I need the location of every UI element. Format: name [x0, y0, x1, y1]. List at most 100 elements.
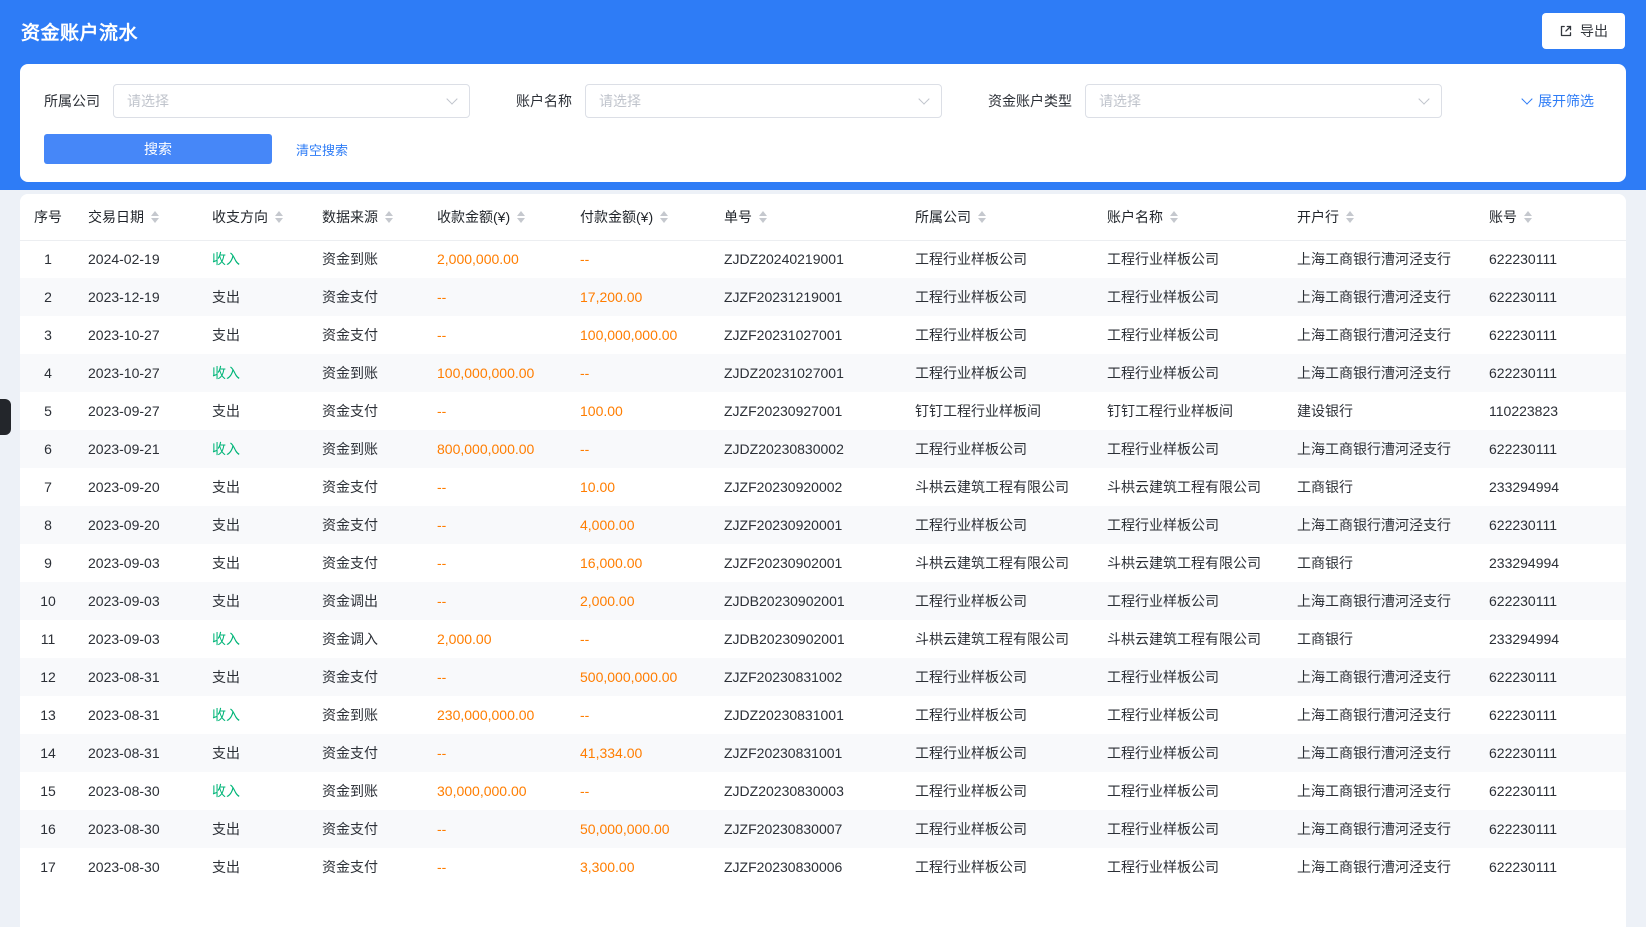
cell-transaction-date: 2023-09-03 [76, 620, 200, 658]
cell-amount-received: -- [425, 468, 568, 506]
cell-account-number: 233294994 [1477, 468, 1626, 506]
column-header[interactable]: 账号 [1477, 194, 1626, 240]
company-select-placeholder: 请选择 [127, 91, 169, 111]
search-button[interactable]: 搜索 [44, 134, 272, 164]
cell-amount-paid: 17,200.00 [568, 278, 712, 316]
filter-panel: 所属公司 请选择 账户名称 请选择 资金账户类型 请选择 [20, 64, 1626, 182]
cell-bank: 工商银行 [1285, 544, 1477, 582]
drawer-handle[interactable] [0, 399, 11, 435]
filter-row: 所属公司 请选择 账户名称 请选择 资金账户类型 请选择 [44, 84, 1602, 118]
cell-bank: 上海工商银行漕河泾支行 [1285, 316, 1477, 354]
cell-amount-received: -- [425, 392, 568, 430]
sort-icon[interactable] [1346, 211, 1354, 223]
expand-filters-label: 展开筛选 [1538, 91, 1594, 111]
cell-company: 斗栱云建筑工程有限公司 [903, 544, 1095, 582]
transactions-table: 序号 交易日期 收支方向 数据来源 收款金 [20, 194, 1626, 886]
sort-icon[interactable] [660, 211, 668, 223]
table-row: 9 2023-09-03 支出 资金支付 -- 16,000.00 ZJZF20… [20, 544, 1626, 582]
cell-amount-received: -- [425, 810, 568, 848]
sort-icon[interactable] [275, 211, 283, 223]
sort-icon[interactable] [1524, 211, 1532, 223]
column-header[interactable]: 交易日期 [76, 194, 200, 240]
company-select[interactable]: 请选择 [113, 84, 470, 118]
column-header-label: 账号 [1489, 207, 1517, 227]
account-type-select[interactable]: 请选择 [1085, 84, 1442, 118]
table-row: 13 2023-08-31 收入 资金到账 230,000,000.00 -- … [20, 696, 1626, 734]
sort-icon[interactable] [385, 211, 393, 223]
cell-bank: 上海工商银行漕河泾支行 [1285, 240, 1477, 278]
account-name-select[interactable]: 请选择 [585, 84, 942, 118]
column-header[interactable]: 开户行 [1285, 194, 1477, 240]
column-header[interactable]: 单号 [712, 194, 903, 240]
cell-account-number: 622230111 [1477, 278, 1626, 316]
table-row: 7 2023-09-20 支出 资金支付 -- 10.00 ZJZF202309… [20, 468, 1626, 506]
cell-order-number: ZJZF20230920002 [712, 468, 903, 506]
cell-transaction-date: 2023-08-31 [76, 658, 200, 696]
cell-account-number: 110223823 [1477, 392, 1626, 430]
cell-index: 14 [20, 734, 76, 772]
column-header-label: 数据来源 [322, 207, 378, 227]
page-title: 资金账户流水 [21, 18, 138, 45]
table-row: 16 2023-08-30 支出 资金支付 -- 50,000,000.00 Z… [20, 810, 1626, 848]
cell-account-number: 233294994 [1477, 544, 1626, 582]
cell-company: 工程行业样板公司 [903, 278, 1095, 316]
table-row: 2 2023-12-19 支出 资金支付 -- 17,200.00 ZJZF20… [20, 278, 1626, 316]
column-header-label: 开户行 [1297, 207, 1339, 227]
filter-group-account-type: 资金账户类型 请选择 [988, 84, 1442, 118]
cell-transaction-date: 2023-08-31 [76, 696, 200, 734]
cell-transaction-date: 2023-12-19 [76, 278, 200, 316]
sort-icon[interactable] [759, 211, 767, 223]
sort-icon[interactable] [517, 211, 525, 223]
cell-company: 工程行业样板公司 [903, 582, 1095, 620]
column-header[interactable]: 收款金额(¥) [425, 194, 568, 240]
expand-filters-link[interactable]: 展开筛选 [1523, 91, 1594, 111]
cell-bank: 工商银行 [1285, 620, 1477, 658]
sort-icon[interactable] [151, 211, 159, 223]
account-type-select-placeholder: 请选择 [1099, 91, 1141, 111]
table-row: 4 2023-10-27 收入 资金到账 100,000,000.00 -- Z… [20, 354, 1626, 392]
sort-desc-icon [151, 218, 159, 223]
cell-account-name: 钉钉工程行业样板间 [1095, 392, 1285, 430]
table-row: 1 2024-02-19 收入 资金到账 2,000,000.00 -- ZJD… [20, 240, 1626, 278]
sort-asc-icon [1346, 211, 1354, 216]
cell-bank: 上海工商银行漕河泾支行 [1285, 658, 1477, 696]
cell-data-source: 资金支付 [310, 278, 425, 316]
column-header-label: 付款金额(¥) [580, 207, 653, 227]
cell-amount-received: 2,000.00 [425, 620, 568, 658]
cell-account-name: 工程行业样板公司 [1095, 430, 1285, 468]
column-header: 序号 [20, 194, 76, 240]
column-header[interactable]: 所属公司 [903, 194, 1095, 240]
cell-index: 17 [20, 848, 76, 886]
column-header[interactable]: 账户名称 [1095, 194, 1285, 240]
column-header[interactable]: 数据来源 [310, 194, 425, 240]
cell-index: 4 [20, 354, 76, 392]
cell-account-number: 233294994 [1477, 620, 1626, 658]
chevron-down-icon [1521, 93, 1532, 104]
sort-icon[interactable] [1170, 211, 1178, 223]
transactions-table-card: 序号 交易日期 收支方向 数据来源 收款金 [20, 194, 1626, 927]
cell-account-name: 工程行业样板公司 [1095, 316, 1285, 354]
cell-index: 3 [20, 316, 76, 354]
cell-amount-received: 230,000,000.00 [425, 696, 568, 734]
sort-icon[interactable] [978, 211, 986, 223]
sort-desc-icon [385, 218, 393, 223]
sort-desc-icon [759, 218, 767, 223]
column-header[interactable]: 付款金额(¥) [568, 194, 712, 240]
column-header-label: 收款金额(¥) [437, 207, 510, 227]
export-button[interactable]: 导出 [1542, 13, 1625, 49]
clear-search-link[interactable]: 清空搜索 [296, 140, 348, 159]
cell-account-number: 622230111 [1477, 696, 1626, 734]
cell-bank: 上海工商银行漕河泾支行 [1285, 696, 1477, 734]
account-type-filter-label: 资金账户类型 [988, 91, 1072, 111]
cell-account-number: 622230111 [1477, 316, 1626, 354]
cell-index: 6 [20, 430, 76, 468]
column-header[interactable]: 收支方向 [200, 194, 310, 240]
cell-direction: 支出 [200, 316, 310, 354]
table-row: 11 2023-09-03 收入 资金调入 2,000.00 -- ZJDB20… [20, 620, 1626, 658]
cell-order-number: ZJZF20231027001 [712, 316, 903, 354]
cell-direction: 收入 [200, 430, 310, 468]
cell-order-number: ZJZF20230902001 [712, 544, 903, 582]
cell-order-number: ZJZF20230830007 [712, 810, 903, 848]
cell-data-source: 资金到账 [310, 240, 425, 278]
cell-transaction-date: 2023-10-27 [76, 354, 200, 392]
